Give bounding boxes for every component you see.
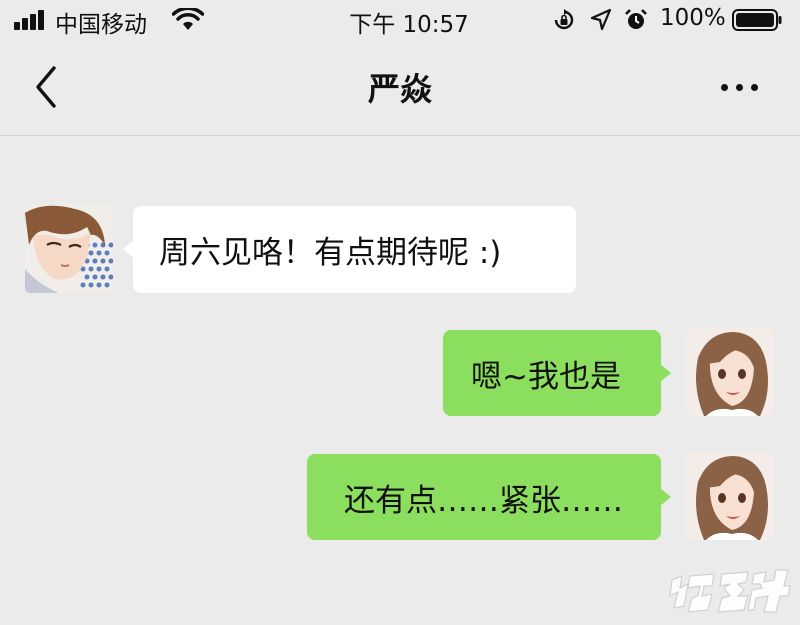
message-text: 还有点……紧张……	[344, 482, 623, 519]
chat-screen: 中国移动 下午 10:57 100% 严焱 周六见咯！有点期待呢:) 嗯~我也…	[0, 0, 800, 625]
manhuake-logo	[669, 569, 791, 613]
bubble-tail	[660, 488, 671, 506]
male-avatar[interactable]	[25, 205, 113, 293]
bubble-tail	[123, 240, 134, 258]
message-bubble-outgoing[interactable]: 还有点……紧张……	[307, 454, 671, 540]
alarm-clock-icon	[625, 9, 647, 29]
status-bar: 中国移动 下午 10:57 100%	[0, 0, 800, 40]
nav-bar: 严焱	[0, 40, 800, 136]
more-options-button[interactable]	[712, 70, 768, 104]
orientation-lock-icon	[554, 9, 574, 30]
location-arrow-icon	[590, 8, 612, 31]
bubble-tail	[660, 364, 671, 382]
message-text: 嗯~我也是	[471, 358, 621, 395]
message-bubble-incoming[interactable]: 周六见咯！有点期待呢 :)	[123, 206, 576, 293]
chat-title: 严焱	[367, 70, 432, 108]
female-avatar[interactable]	[686, 452, 774, 540]
wifi-icon	[172, 8, 204, 30]
back-button[interactable]	[28, 62, 64, 112]
status-time: 下午 10:57	[349, 12, 469, 38]
message-text: 周六见咯！有点期待呢 :)	[159, 235, 502, 271]
message-bubble-outgoing[interactable]: 嗯~我也是	[443, 330, 671, 416]
carrier-name: 中国移动	[55, 12, 147, 38]
battery-percent: 100%	[660, 5, 726, 31]
signal-icon	[14, 10, 48, 30]
battery-icon	[732, 9, 782, 31]
female-avatar[interactable]	[686, 328, 774, 416]
